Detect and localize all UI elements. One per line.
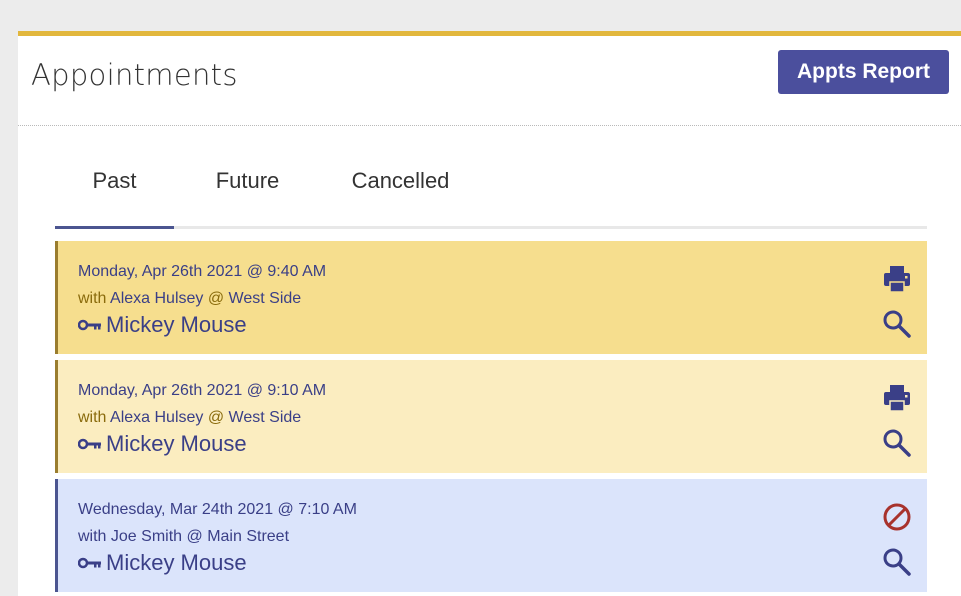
print-icon[interactable] (881, 382, 913, 414)
key-icon (78, 557, 101, 569)
appointment-card[interactable]: Wednesday, Mar 24th 2021 @ 7:10 AM with … (55, 479, 927, 592)
location-name: West Side (228, 409, 302, 426)
patient-row: Mickey Mouse (78, 550, 247, 576)
at-symbol: @ (186, 528, 203, 545)
patient-name: Mickey Mouse (106, 550, 247, 575)
appointment-datetime: Monday, Apr 26th 2021 @ 9:40 AM (78, 263, 327, 280)
location-name: West Side (228, 290, 302, 307)
provider-name: Alexa Hulsey (110, 409, 204, 426)
key-icon (78, 438, 101, 450)
patient-row: Mickey Mouse (78, 431, 247, 457)
provider-name: Alexa Hulsey (110, 290, 204, 307)
print-icon[interactable] (881, 263, 913, 295)
provider-name: Joe Smith (110, 528, 183, 545)
tab-past[interactable]: Past (55, 162, 174, 229)
patient-name: Mickey Mouse (106, 431, 247, 456)
patient-row: Mickey Mouse (78, 312, 247, 338)
at-symbol: @ (207, 290, 225, 307)
location-name: Main Street (207, 528, 290, 545)
appointment-provider-location: with Joe Smith @ Main Street (78, 528, 289, 546)
with-prefix: with (78, 290, 107, 307)
tab-future[interactable]: Future (195, 162, 300, 226)
tab-cancelled[interactable]: Cancelled (338, 162, 463, 226)
search-icon[interactable] (881, 308, 913, 340)
appointments-panel: Appointments Appts Report Past Future Ca… (18, 31, 961, 596)
with-prefix: with (78, 528, 107, 545)
appointment-provider-location: with Alexa Hulsey @ West Side (78, 409, 301, 427)
with-prefix: with (78, 409, 107, 426)
appointment-provider-location: with Alexa Hulsey @ West Side (78, 290, 301, 308)
appointment-datetime: Monday, Apr 26th 2021 @ 9:10 AM (78, 382, 327, 399)
search-icon[interactable] (881, 546, 913, 578)
at-symbol: @ (207, 409, 225, 426)
appts-report-button[interactable]: Appts Report (778, 50, 949, 94)
cancelled-icon[interactable] (881, 501, 913, 533)
appointment-datetime: Wednesday, Mar 24th 2021 @ 7:10 AM (78, 501, 357, 518)
patient-name: Mickey Mouse (106, 312, 247, 337)
search-icon[interactable] (881, 427, 913, 459)
appointment-card[interactable]: Monday, Apr 26th 2021 @ 9:10 AM with Ale… (55, 360, 927, 473)
appointment-card[interactable]: Monday, Apr 26th 2021 @ 9:40 AM with Ale… (55, 241, 927, 354)
tab-bar: Past Future Cancelled (55, 162, 927, 229)
divider (18, 125, 961, 126)
key-icon (78, 319, 101, 331)
page-title: Appointments (31, 58, 238, 92)
